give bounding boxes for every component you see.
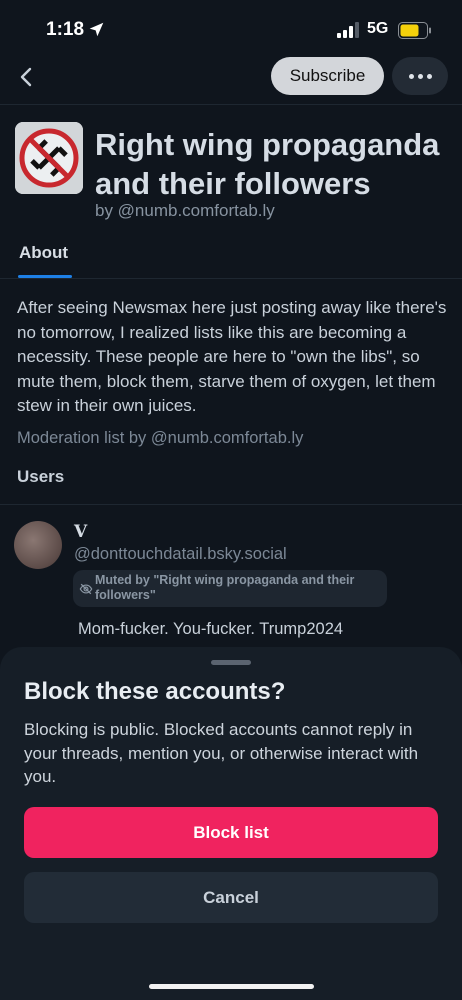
list-avatar (15, 122, 83, 194)
home-indicator[interactable] (149, 984, 314, 989)
network-label: 5G (367, 20, 389, 37)
list-avatar-icon (15, 122, 83, 194)
top-nav: Subscribe (0, 55, 462, 105)
user-display-name: V (74, 522, 88, 542)
signal-icon (337, 22, 359, 38)
tab-about[interactable]: About (19, 243, 68, 263)
block-list-button[interactable]: Block list (24, 807, 438, 858)
back-button[interactable] (12, 63, 40, 91)
sheet-title: Block these accounts? (24, 678, 286, 705)
ellipsis-icon (408, 73, 432, 79)
muted-eye-slash-icon (79, 583, 93, 595)
tab-active-indicator (18, 275, 72, 278)
cancel-button[interactable]: Cancel (24, 872, 438, 923)
list-header: Right wing propaganda and their follower… (0, 105, 462, 235)
location-arrow-icon (89, 22, 104, 37)
user-row[interactable]: V @donttouchdatail.bsky.social Muted by … (0, 505, 462, 655)
user-bio: Mom-fucker. You-fucker. Trump2024 (78, 620, 344, 638)
list-byline[interactable]: by @numb.comfortab.ly (95, 201, 275, 221)
subscribe-button[interactable]: Subscribe (271, 57, 384, 95)
sheet-drag-handle[interactable] (211, 660, 251, 665)
status-time: 1:18 (46, 19, 85, 40)
users-heading: Users (17, 467, 65, 486)
battery-icon (398, 22, 431, 39)
status-bar: 1:18 5G (0, 0, 462, 62)
more-options-button[interactable] (392, 57, 448, 95)
back-chevron-icon (20, 67, 32, 87)
avatar[interactable] (14, 521, 62, 569)
user-handle: @donttouchdatail.bsky.social (74, 545, 287, 563)
block-confirmation-sheet: Block these accounts? Blocking is public… (0, 647, 462, 1000)
sheet-body: Blocking is public. Blocked accounts can… (24, 720, 419, 786)
list-title: Right wing propaganda and their follower… (95, 127, 440, 201)
moderation-list-label[interactable]: Moderation list by @numb.comfortab.ly (17, 429, 303, 448)
list-description: After seeing Newsmax here just posting a… (17, 298, 447, 415)
muted-label: Muted by "Right wing propaganda and thei… (95, 573, 355, 602)
muted-badge: Muted by "Right wing propaganda and thei… (73, 570, 387, 607)
tab-bar: About (0, 235, 462, 279)
